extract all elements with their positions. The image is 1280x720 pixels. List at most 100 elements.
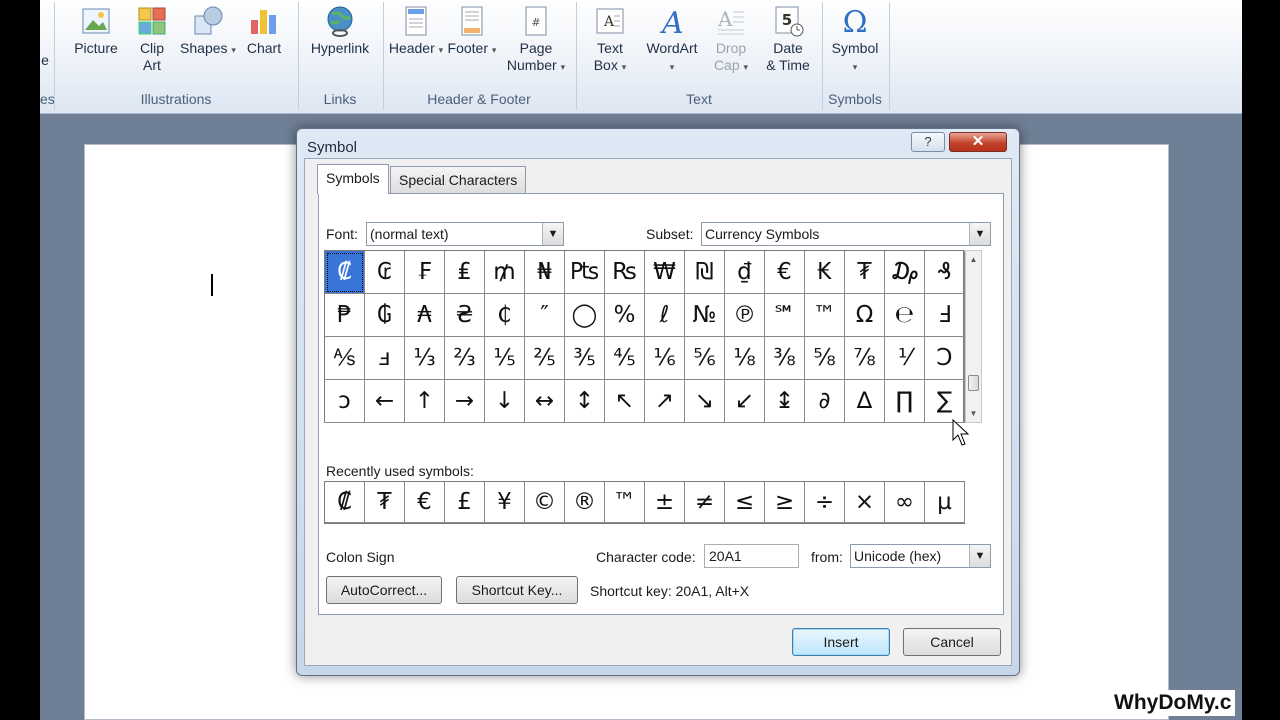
recent-symbol-cell[interactable]: ÷ xyxy=(805,482,845,523)
symbol-cell[interactable]: ⅛ xyxy=(725,337,765,380)
symbol-cell[interactable]: ⅖ xyxy=(525,337,565,380)
symbol-cell[interactable]: ″ xyxy=(525,294,565,337)
symbol-cell[interactable]: ∂ xyxy=(805,380,845,423)
symbol-cell[interactable]: ⅝ xyxy=(805,337,845,380)
symbol-cell[interactable]: ₱ xyxy=(325,294,365,337)
subset-select[interactable]: Currency Symbols ▼ xyxy=(701,222,991,246)
recent-symbol-cell[interactable]: © xyxy=(525,482,565,523)
symbol-cell[interactable]: ↔ xyxy=(525,380,565,423)
symbol-cell[interactable]: ⅟ xyxy=(885,337,925,380)
recent-symbol-cell[interactable]: € xyxy=(405,482,445,523)
symbol-cell[interactable]: ₢ xyxy=(365,251,405,294)
header-button[interactable]: Header ▾ xyxy=(388,4,444,59)
recent-symbol-cell[interactable]: £ xyxy=(445,482,485,523)
symbol-cell[interactable]: ₡ xyxy=(325,251,365,294)
recent-symbol-cell[interactable]: ± xyxy=(645,482,685,523)
recent-symbol-cell[interactable]: ¥ xyxy=(485,482,525,523)
symbol-cell[interactable]: ↑ xyxy=(405,380,445,423)
symbol-cell[interactable]: ⅍ xyxy=(325,337,365,380)
symbol-cell[interactable]: ⅚ xyxy=(685,337,725,380)
symbol-cell[interactable]: ← xyxy=(365,380,405,423)
recent-symbol-cell[interactable]: ® xyxy=(565,482,605,523)
symbol-button[interactable]: Ω Symbol ▾ xyxy=(826,4,884,76)
hyperlink-button[interactable]: Hyperlink xyxy=(304,4,376,57)
symbol-cell[interactable]: ₭ xyxy=(805,251,845,294)
symbol-cell[interactable]: ℮ xyxy=(885,294,925,337)
symbol-cell[interactable]: → xyxy=(445,380,485,423)
symbol-cell[interactable]: € xyxy=(765,251,805,294)
page-number-button[interactable]: # Page Number ▾ xyxy=(502,4,570,76)
chevron-down-icon[interactable]: ▼ xyxy=(969,545,990,567)
symbol-cell[interactable]: Ↄ xyxy=(925,337,965,380)
tab-symbols[interactable]: Symbols xyxy=(317,164,389,194)
symbol-cell[interactable]: ₯ xyxy=(885,251,925,294)
symbol-cell[interactable]: ₪ xyxy=(685,251,725,294)
symbol-cell[interactable]: ↗ xyxy=(645,380,685,423)
symbol-cell[interactable]: ↖ xyxy=(605,380,645,423)
symbol-cell[interactable]: ℓ xyxy=(645,294,685,337)
symbol-cell[interactable]: № xyxy=(685,294,725,337)
date-time-button[interactable]: 5 Date & Time xyxy=(760,4,816,74)
cancel-button[interactable]: Cancel xyxy=(903,628,1001,656)
symbol-cell[interactable]: ₵ xyxy=(485,294,525,337)
symbol-cell[interactable]: ₫ xyxy=(725,251,765,294)
symbol-cell[interactable]: ∆ xyxy=(845,380,885,423)
text-box-button[interactable]: A Text Box ▾ xyxy=(584,4,636,76)
insert-button[interactable]: Insert xyxy=(792,628,890,656)
from-select[interactable]: Unicode (hex) ▼ xyxy=(850,544,991,568)
chart-button[interactable]: Chart xyxy=(240,4,288,57)
symbol-cell[interactable]: ⅞ xyxy=(845,337,885,380)
symbol-cell[interactable]: ™ xyxy=(805,294,845,337)
symbol-cell[interactable]: ↄ xyxy=(325,380,365,423)
symbol-cell[interactable]: ₴ xyxy=(445,294,485,337)
wordart-button[interactable]: A WordArt ▾ xyxy=(640,4,704,76)
shapes-button[interactable]: Shapes ▾ xyxy=(180,4,236,59)
symbol-cell[interactable]: ℗ xyxy=(725,294,765,337)
symbol-cell[interactable]: % xyxy=(605,294,645,337)
recent-symbol-cell[interactable]: ₡ xyxy=(325,482,365,523)
recent-symbol-cell[interactable]: × xyxy=(845,482,885,523)
symbol-cell[interactable]: ₣ xyxy=(405,251,445,294)
symbol-cell[interactable]: ₩ xyxy=(645,251,685,294)
symbol-cell[interactable]: ↕ xyxy=(565,380,605,423)
symbol-cell[interactable]: ⅎ xyxy=(365,337,405,380)
shortcut-key-button[interactable]: Shortcut Key... xyxy=(456,576,578,604)
ribbon-cut-button-label[interactable]: e xyxy=(40,52,50,69)
recent-symbol-cell[interactable]: ≤ xyxy=(725,482,765,523)
recent-symbol-cell[interactable]: ∞ xyxy=(885,482,925,523)
symbol-cell[interactable]: Ω xyxy=(845,294,885,337)
symbol-cell[interactable]: ₰ xyxy=(925,251,965,294)
recent-symbol-cell[interactable]: ≥ xyxy=(765,482,805,523)
scroll-up-arrow-icon[interactable]: ▲ xyxy=(966,251,981,268)
close-button[interactable]: ✕ xyxy=(949,132,1007,152)
clip-art-button[interactable]: Clip Art xyxy=(130,4,174,74)
picture-button[interactable]: Picture xyxy=(68,4,124,57)
scroll-thumb[interactable] xyxy=(968,375,979,391)
symbol-grid-scrollbar[interactable]: ▲ ▼ xyxy=(965,250,982,423)
character-code-field[interactable]: 20A1 xyxy=(704,544,799,568)
chevron-down-icon[interactable]: ▼ xyxy=(969,223,990,245)
symbol-cell[interactable]: ↘ xyxy=(685,380,725,423)
symbol-cell[interactable]: ⅜ xyxy=(765,337,805,380)
symbol-cell[interactable]: ↓ xyxy=(485,380,525,423)
symbol-cell[interactable]: ⅔ xyxy=(445,337,485,380)
drop-cap-button[interactable]: A Drop Cap ▾ xyxy=(706,4,756,76)
recent-symbol-cell[interactable]: ™ xyxy=(605,482,645,523)
symbol-cell[interactable]: ℠ xyxy=(765,294,805,337)
symbol-cell[interactable]: ⅕ xyxy=(485,337,525,380)
chevron-down-icon[interactable]: ▼ xyxy=(542,223,563,245)
symbol-cell[interactable]: ₨ xyxy=(605,251,645,294)
symbol-cell[interactable]: ₮ xyxy=(845,251,885,294)
symbol-cell[interactable]: ₦ xyxy=(525,251,565,294)
symbol-cell[interactable]: ₲ xyxy=(365,294,405,337)
symbol-cell[interactable]: ↨ xyxy=(765,380,805,423)
footer-button[interactable]: Footer ▾ xyxy=(444,4,500,59)
help-button[interactable]: ? xyxy=(911,132,945,152)
symbol-cell[interactable]: ₥ xyxy=(485,251,525,294)
symbol-cell[interactable]: Ⅎ xyxy=(925,294,965,337)
recent-symbol-cell[interactable]: ₮ xyxy=(365,482,405,523)
symbol-cell[interactable]: ₧ xyxy=(565,251,605,294)
symbol-cell[interactable]: ◯ xyxy=(565,294,605,337)
symbol-cell[interactable]: ⅘ xyxy=(605,337,645,380)
symbol-cell[interactable]: ∑ xyxy=(925,380,965,423)
